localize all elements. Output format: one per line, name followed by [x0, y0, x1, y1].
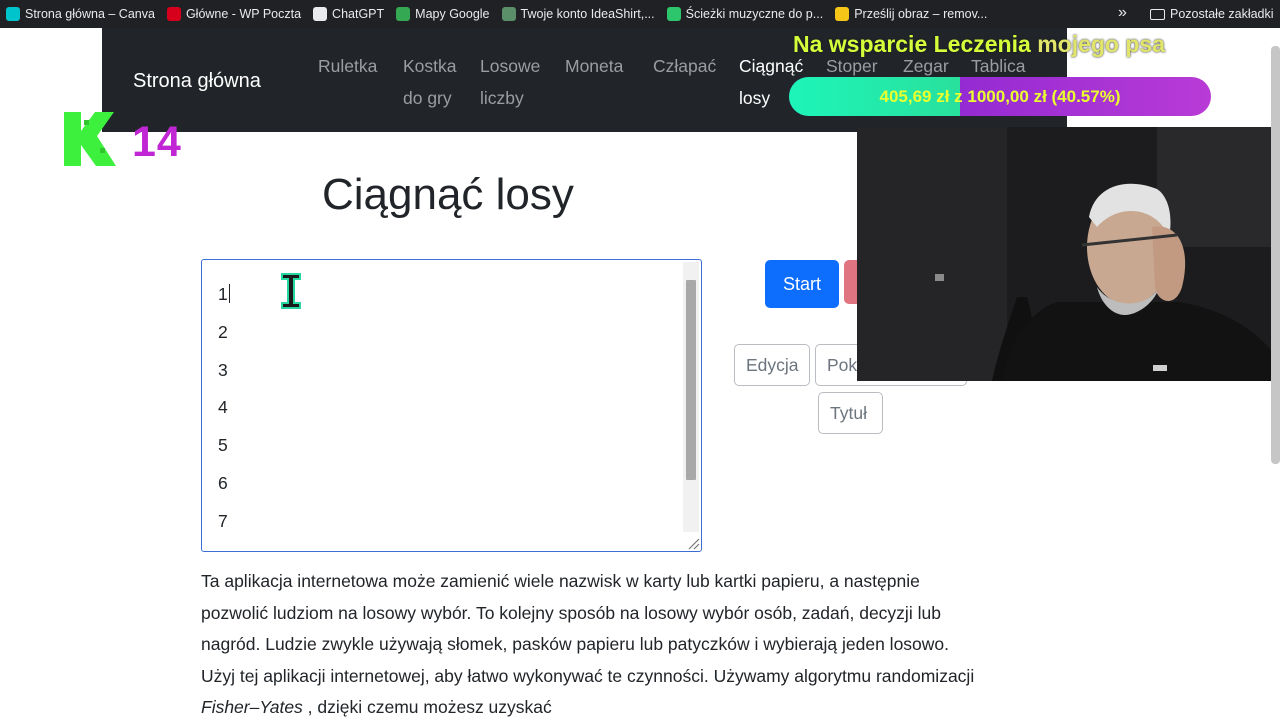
- bookmark-label: Twoje konto IdeaShirt,...: [520, 7, 655, 21]
- fisher-yates-term: Fisher–Yates: [201, 697, 303, 717]
- entry-line: 6: [218, 465, 230, 503]
- nav-item-label: Moneta: [565, 56, 624, 76]
- other-bookmarks-label: Pozostałe zakładki: [1170, 7, 1274, 21]
- entry-text: 2: [218, 321, 228, 342]
- text-caret: [228, 284, 230, 303]
- nav-item[interactable]: Losowe liczby: [480, 50, 540, 114]
- remove-bg-icon: [835, 7, 850, 21]
- nav-item-label-line2: do gry: [403, 88, 452, 108]
- bookmark-label: Strona główna – Canva: [25, 7, 155, 21]
- nav-item[interactable]: Ruletka: [318, 50, 377, 82]
- donation-title-main: Na wsparcie Leczenia: [793, 31, 1038, 57]
- k-logo-icon: [64, 112, 116, 166]
- bookmark-item[interactable]: Główne - WP Poczta: [161, 0, 307, 28]
- bookmark-item[interactable]: Twoje konto IdeaShirt,...: [496, 0, 661, 28]
- pixabay-icon: [666, 7, 681, 21]
- donation-title-rest: mojego psa: [1037, 31, 1165, 57]
- bookmark-label: Prześlij obraz – remov...: [854, 7, 988, 21]
- more-bookmarks-chevron-icon[interactable]: »: [1118, 4, 1127, 22]
- bookmark-label: Główne - WP Poczta: [185, 7, 302, 21]
- resize-grip-icon[interactable]: [686, 536, 700, 550]
- bookmark-label: Ścieżki muzyczne do p...: [685, 7, 824, 21]
- logo-number: 14: [132, 118, 182, 166]
- entry-text: 1: [218, 284, 228, 304]
- page-title: Ciągnąć losy: [322, 170, 574, 219]
- bookmark-item[interactable]: Strona główna – Canva: [0, 0, 161, 28]
- start-button[interactable]: Start: [765, 260, 839, 308]
- description-paragraph: Ta aplikacja internetowa może zamienić w…: [201, 566, 976, 720]
- entries-textarea[interactable]: 1 2 3 4 5 6 7: [201, 259, 702, 552]
- entry-line: 7: [218, 503, 230, 541]
- bookmark-item[interactable]: Mapy Google: [390, 0, 495, 28]
- donation-title: Na wsparcie Leczenia mojego psa: [793, 31, 1165, 58]
- nav-item-label: Losowe: [480, 56, 541, 76]
- page-scrollbar-thumb[interactable]: [1271, 46, 1280, 464]
- entries-list: 1 2 3 4 5 6 7: [218, 276, 230, 541]
- bookmark-label: ChatGPT: [332, 7, 385, 21]
- shirt-icon: [501, 7, 516, 21]
- bookmark-item[interactable]: Prześlij obraz – remov...: [829, 0, 993, 28]
- title-button[interactable]: Tytuł: [818, 392, 883, 434]
- nav-item[interactable]: Człapać: [653, 50, 716, 82]
- nav-item-label: Ruletka: [318, 56, 378, 76]
- donation-progress-text: 405,69 zł z 1000,00 zł (40.57%): [879, 86, 1121, 106]
- nav-item-label: Kostka: [403, 56, 457, 76]
- bookmark-item[interactable]: Ścieżki muzyczne do p...: [661, 0, 830, 28]
- bookmark-label: Mapy Google: [415, 7, 490, 21]
- webcam-overlay: [857, 127, 1280, 381]
- entry-text: 3: [218, 359, 228, 380]
- textarea-scrollbar[interactable]: [683, 262, 699, 532]
- bookmarks-list: Strona główna – Canva Główne - WP Poczta C…: [0, 0, 993, 28]
- entry-text: 6: [218, 472, 228, 493]
- entry-line: 3: [218, 352, 230, 390]
- other-bookmarks-folder[interactable]: Pozostałe zakładki: [1150, 0, 1274, 28]
- text-cursor-icon: [281, 273, 301, 309]
- bookmark-item[interactable]: ChatGPT: [307, 0, 390, 28]
- edit-button[interactable]: Edycja: [734, 344, 810, 386]
- nav-brand-home-link[interactable]: Strona główna: [133, 70, 261, 93]
- nav-item[interactable]: Kostka do gry: [403, 50, 457, 114]
- entry-text: 4: [218, 397, 228, 418]
- entry-text: 5: [218, 435, 228, 456]
- description-text-end: , dzięki czemu możesz uzyskać: [302, 697, 552, 717]
- donation-progress-bar: 405,69 zł z 1000,00 zł (40.57%): [789, 77, 1211, 116]
- entry-line: 1: [218, 276, 230, 314]
- entry-line: 4: [218, 389, 230, 427]
- nav-item-label-line2: liczby: [480, 88, 524, 108]
- maps-pin-icon: [396, 7, 411, 21]
- description-text: Ta aplikacja internetowa może zamienić w…: [201, 571, 975, 686]
- bookmarks-bar: Strona główna – Canva Główne - WP Poczta C…: [0, 0, 1280, 28]
- canva-icon: [6, 7, 20, 21]
- nav-item-label: Człapać: [653, 56, 717, 76]
- entry-line: 5: [218, 427, 230, 465]
- folder-icon: [1150, 8, 1165, 20]
- webcam-person-icon: [857, 127, 1280, 381]
- wp-icon: [166, 7, 181, 21]
- nav-item[interactable]: Moneta: [565, 50, 623, 82]
- chatgpt-icon: [313, 7, 328, 21]
- textarea-scroll-thumb[interactable]: [686, 280, 696, 480]
- entry-text: 7: [218, 510, 228, 531]
- entry-line: 2: [218, 314, 230, 352]
